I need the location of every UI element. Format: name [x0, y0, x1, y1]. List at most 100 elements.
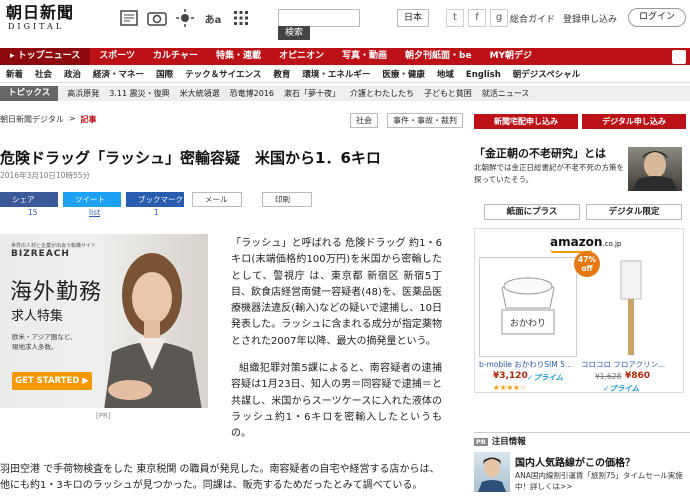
product-name[interactable]: コロコロ フロアクリン...	[581, 359, 665, 370]
nav-top-news[interactable]: ▸ トップニュース	[0, 48, 91, 65]
print-button[interactable]: 印刷	[262, 192, 312, 207]
subnav-new[interactable]: 新着	[0, 67, 29, 82]
breadcrumb-separator: >	[68, 114, 76, 123]
camera-icon[interactable]	[146, 8, 168, 28]
feature-text: 北朝鮮では金正日総書記が不老不死の方策を探っていたそう。	[474, 163, 624, 184]
prime-badge: ✓プライム	[527, 373, 564, 382]
subnav-tech[interactable]: テック＆サイエンス	[179, 67, 267, 82]
product-name[interactable]: b-mobile おかわりSIM 5...	[479, 359, 572, 370]
prime-badge: ✓プライム	[603, 384, 640, 393]
tag-incident[interactable]: 事件・事故・裁判	[387, 113, 463, 128]
subnav-region[interactable]: 地域	[431, 67, 460, 82]
logo-title: 朝日新聞	[6, 3, 75, 22]
topics-label: トピックス	[0, 86, 59, 101]
topic-item[interactable]: 高浜原発	[62, 86, 104, 101]
tweet-button[interactable]: ツイート	[63, 192, 121, 207]
topic-item[interactable]: 漱石「夢十夜」	[279, 86, 345, 101]
weather-icon[interactable]	[174, 8, 196, 28]
nav-culture[interactable]: カルチャー	[144, 48, 207, 65]
newspaper-icon[interactable]	[118, 8, 140, 28]
article-paragraph: 組織犯罪対策5課によると、南容疑者の逮捕容疑は1月23日、知人の男＝同容疑で逮捕…	[231, 363, 442, 440]
ad-body: 欧米・アジア圏など、現地求人多数。	[12, 333, 77, 351]
product-image-sim[interactable]: おかわり	[479, 257, 577, 357]
subnav-society[interactable]: 社会	[29, 67, 58, 82]
search-input[interactable]	[278, 9, 360, 27]
header-links: 総合ガイド 登録申し込み	[510, 12, 617, 25]
bookmark-count: 1	[154, 208, 159, 217]
share-label: ブックマーク	[138, 195, 183, 204]
bookmark-button[interactable]: ブックマーク	[126, 192, 184, 207]
subscribe-digital-button[interactable]: デジタル申し込み	[582, 114, 686, 129]
nav-features[interactable]: 特集・連載	[207, 48, 270, 65]
tag-society[interactable]: 社会	[350, 113, 378, 128]
googleplus-icon[interactable]: g	[490, 9, 508, 27]
article-date: 2016年3月10日10時55分	[0, 171, 90, 180]
amazon-logo: amazon.co.jp	[550, 235, 621, 249]
nav-opinion[interactable]: オピニオン	[270, 48, 333, 65]
ad-cta-button[interactable]: GET STARTED ▶	[12, 372, 92, 390]
breadcrumb-home[interactable]: 朝日新聞デジタル	[0, 114, 64, 125]
ad-subheadline: 求人特集	[11, 309, 64, 324]
font-size-icon[interactable]: あa	[202, 8, 224, 28]
subnav-environment[interactable]: 環境・エネルギー	[296, 67, 376, 82]
feature-photo[interactable]	[628, 147, 682, 191]
subnav-economy[interactable]: 経済・マネー	[87, 67, 150, 82]
notice-title[interactable]: 国内人気路線がこの価格？	[515, 454, 635, 469]
topic-item[interactable]: 就活ニュース	[477, 86, 535, 101]
nav-sports[interactable]: スポーツ	[90, 48, 144, 65]
product-price: ¥3,120	[493, 371, 528, 381]
facebook-icon[interactable]: f	[468, 9, 486, 27]
svg-text:おかわり: おかわり	[510, 318, 546, 329]
subnav-english[interactable]: English	[460, 67, 507, 82]
feature-title[interactable]: 「金正朝の不老研究」とは	[474, 145, 606, 161]
menu-grid-icon[interactable]	[230, 8, 252, 28]
subscribe-paper-button[interactable]: 新聞宅配申し込み	[474, 114, 578, 129]
article-title: 危険ドラッグ「ラッシュ」密輸容疑 米国から1．6キロ	[0, 149, 381, 167]
topic-item[interactable]: 恐竜博2016	[225, 86, 279, 101]
ad-brand: BIZREACH	[11, 249, 70, 259]
notice-header: PR 注目情報	[474, 432, 690, 447]
notice-header-label: 注目情報	[491, 437, 526, 447]
tweet-list-link[interactable]: list	[89, 208, 100, 217]
mail-button[interactable]: メール	[192, 192, 242, 207]
subnav-international[interactable]: 国際	[150, 67, 179, 82]
nav-paper[interactable]: 朝夕刊紙面・be	[396, 48, 481, 65]
sub-nav: 新着 社会 政治 経済・マネー 国際 テック＆サイエンス 教育 環境・エネルギー…	[0, 67, 690, 83]
nav-my[interactable]: MY朝デジ	[481, 48, 541, 65]
digital-only-label: デジタル限定	[608, 207, 660, 217]
subnav-politics[interactable]: 政治	[58, 67, 87, 82]
site-logo[interactable]: 朝日新聞 DIGITAL	[6, 4, 74, 32]
twitter-icon[interactable]: t	[446, 9, 464, 27]
rating-stars: ★★★★☆	[493, 383, 527, 392]
article-paragraph: 「ラッシュ」と呼ばれる 危険ドラッグ 約1・6キロ(末端価格約100万円)を米国…	[231, 238, 442, 347]
product-old-price: ¥1,628	[595, 372, 622, 381]
ad-banner[interactable]: 世界の人材と企業が出会う転職サイト BIZREACH 海外勤務 求人特集 欧米・…	[0, 234, 208, 408]
subnav-health[interactable]: 医療・健康	[376, 67, 431, 82]
topic-item[interactable]: 介護とわたしたち	[345, 86, 419, 101]
register-link[interactable]: 登録申し込み	[563, 12, 617, 25]
digital-only-button[interactable]: デジタル限定	[586, 204, 682, 220]
login-button[interactable]: ログイン	[628, 8, 686, 27]
ad-pr-label: [PR]	[96, 412, 111, 420]
subnav-special[interactable]: 朝デジスペシャル	[507, 67, 586, 82]
share-label: メール	[205, 195, 228, 204]
nav-photo[interactable]: 写真・動画	[333, 48, 396, 65]
paper-plus-button[interactable]: 紙面にプラス	[484, 204, 580, 220]
my-menu-icon[interactable]	[672, 50, 686, 64]
search-button[interactable]: 検索	[278, 26, 310, 40]
page: 朝日新聞 DIGITAL あa 検索 日本 t f g 総合ガイド 登録申し込み…	[0, 0, 690, 497]
share-label: 印刷	[275, 195, 290, 204]
topic-item[interactable]: 子どもと貧困	[419, 86, 477, 101]
breadcrumb: 朝日新聞デジタル > 記事	[0, 114, 97, 125]
subnav-education[interactable]: 教育	[267, 67, 296, 82]
topic-item[interactable]: 米大統領選	[175, 86, 225, 101]
facebook-share-button[interactable]: シェア	[0, 192, 58, 207]
notice-photo[interactable]	[474, 452, 510, 492]
product-price: ¥860	[625, 371, 651, 381]
share-label: シェア	[12, 195, 35, 204]
topic-item[interactable]: 3.11 震災・復興	[104, 86, 174, 101]
guide-link[interactable]: 総合ガイド	[510, 12, 555, 25]
paper-plus-label: 紙面にプラス	[506, 207, 558, 217]
notice-text[interactable]: ANA国内線割引運賃「旅割75」タイムセール実施中！詳しくは>>	[515, 470, 690, 492]
edition-select[interactable]: 日本	[397, 9, 429, 27]
